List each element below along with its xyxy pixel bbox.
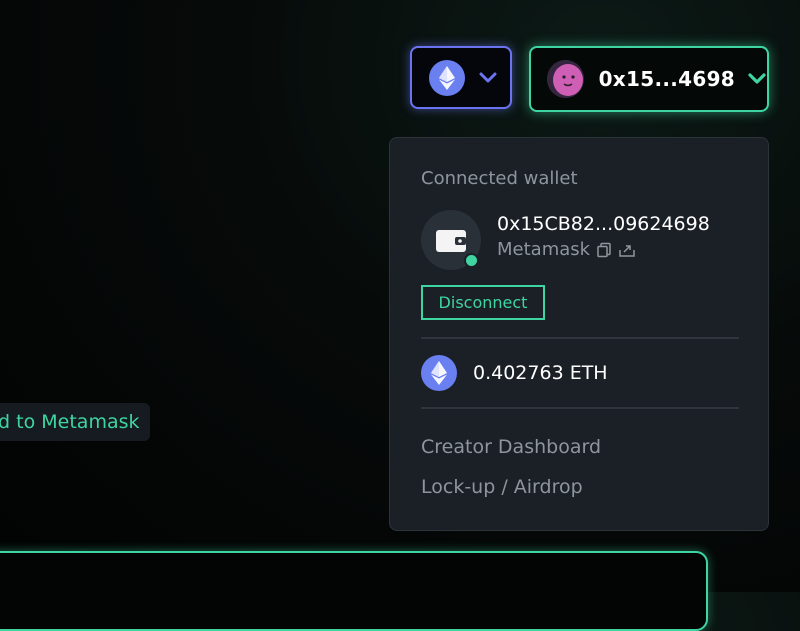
ethereum-icon (421, 355, 457, 391)
divider (421, 407, 739, 409)
avatar (547, 60, 584, 98)
wallet-address: 0x15CB82...09624698 (497, 213, 710, 235)
wallet-provider-row: Metamask (497, 239, 638, 260)
wallet-provider: Metamask (497, 239, 591, 260)
chevron-down-icon (747, 72, 767, 86)
network-selector-button[interactable] (410, 46, 512, 109)
disconnect-button[interactable]: Disconnect (421, 285, 545, 320)
copy-icon[interactable] (596, 242, 612, 258)
eth-balance: 0.402763 ETH (473, 362, 608, 384)
menu-item-creator-dashboard[interactable]: Creator Dashboard (421, 436, 601, 458)
chevron-down-icon (479, 72, 497, 84)
menu-item-lockup-airdrop[interactable]: Lock-up / Airdrop (421, 476, 583, 498)
external-link-icon[interactable] (618, 242, 638, 258)
wallet-dropdown: Connected wallet 0x15CB82...09624698 Met… (389, 137, 769, 531)
bottom-card (0, 551, 708, 631)
add-to-metamask-label: dd to Metamask (0, 411, 140, 433)
divider (421, 337, 739, 339)
add-to-metamask-button[interactable]: dd to Metamask (0, 403, 150, 441)
account-button[interactable]: 0x15...4698 (529, 46, 769, 112)
balance-row: 0.402763 ETH (421, 355, 608, 391)
connected-wallet-label: Connected wallet (421, 168, 578, 189)
ethereum-icon (429, 59, 465, 96)
wallet-icon (421, 210, 481, 270)
account-address: 0x15...4698 (598, 67, 735, 91)
connected-status-dot (464, 253, 479, 268)
